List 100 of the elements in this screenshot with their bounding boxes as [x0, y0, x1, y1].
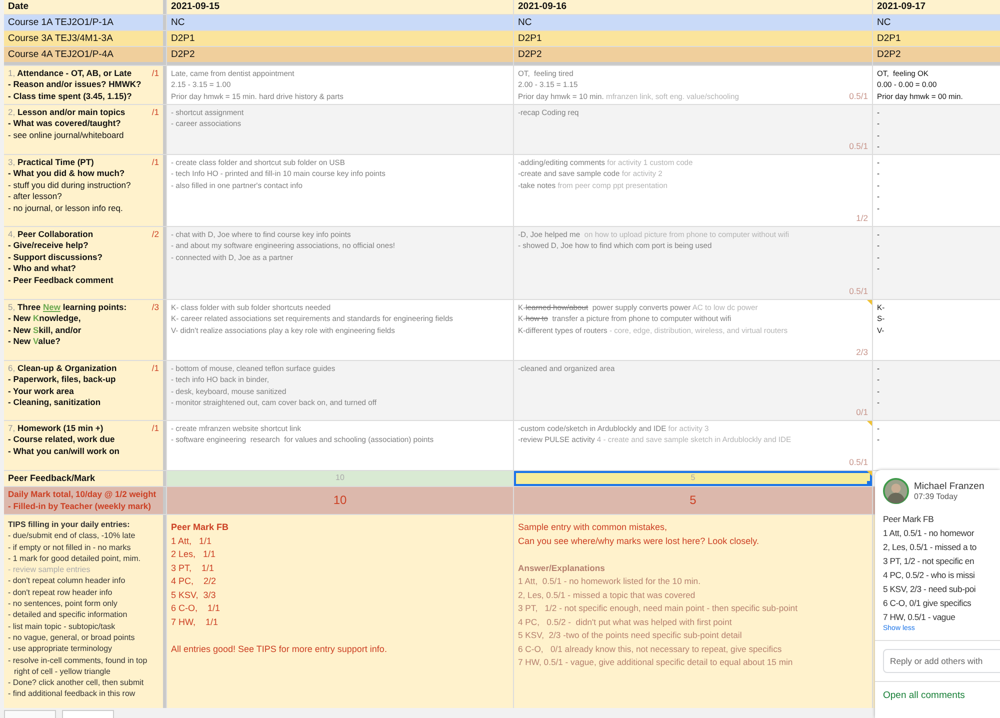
note-line: All entries good! See TIPS for more entry support info. — [171, 642, 388, 656]
prompt-line: - What you did & how much? — [8, 168, 126, 180]
table-cell: Daily Mark total, 10/day @ 1/2 weight - Filled-in by Teacher (weekly mark) — [4, 487, 166, 514]
score-label: 0.5/1 — [849, 286, 868, 297]
note-line: 5 KSV, 3/3 — [171, 588, 217, 602]
prompt-line: - Paperwork, files, back-up — [8, 374, 117, 386]
score-label: 0.5/1 — [849, 456, 868, 468]
table-cell: D2P1 — [873, 31, 1000, 46]
table-cell: Course 4A TEJ2O1/P-4A — [4, 47, 166, 65]
tip-line: - no sentences, point form only — [8, 598, 118, 610]
table-cell: 10 — [167, 487, 513, 514]
score-label: 1/2 — [856, 212, 868, 224]
criterion-title: 3, Practical Time (PT) — [8, 157, 94, 168]
table-cell: D2P2 — [514, 47, 872, 65]
table-cell: NC — [514, 15, 872, 30]
max-mark: /1 — [152, 68, 159, 80]
criterion-title: 4, Peer Collaboration — [8, 229, 94, 240]
max-mark: /3 — [152, 302, 159, 314]
tip-line: - list main topic - subtopic/task — [8, 620, 116, 632]
tip-line: - Done? click another cell, then submit — [8, 677, 145, 688]
tip-line: - resolve in-cell comments, found in top right of cell - yellow triangle — [8, 654, 148, 678]
tip-line: - if empty or not filled in - no marks — [8, 542, 132, 553]
column-header: 2021-09-16 — [514, 0, 872, 14]
prompt-line: - New Skill, and/or — [8, 324, 82, 336]
tip-line: - don't repeat row header info — [8, 586, 114, 598]
tips-title: TIPS filling in your daily entries: — [8, 519, 131, 530]
column-header: 2021-09-15 — [167, 0, 513, 14]
prompt-line: - see online journal/whiteboard — [8, 130, 125, 142]
note-heading: Answer/Explanations — [518, 562, 606, 575]
note-line: Sample entry with common mistakes, — [518, 521, 668, 534]
criterion-title: 1, Attendance - OT, AB, or Late — [8, 68, 132, 80]
tip-line: - review sample entries — [8, 564, 92, 576]
note-line: 2, Les, 0.5/1 - missed a topic that was covered — [518, 588, 696, 602]
note-line: 3 PT, 1/2 - not specific enough, need main point - then specific sub-point — [518, 602, 798, 615]
comment-text: Peer Mark FB 1 Att, 0.5/1 - no homewor 2, Les, 0.5/1 - missed a to 3 PT, 1/2 - not specific en 4 PC, 0.5/2 - who is missi 5 KSV, 2/3 - need sub-poi 6 C-O, 0/1 give specifics 7 HW, 0.5/1 - vague — [883, 513, 978, 624]
prompt-line: - New Knowledge, — [8, 313, 82, 325]
score-label: 0.5/1 — [849, 140, 868, 152]
prompt-line: - Course related, work due — [8, 434, 116, 446]
prompt-line: - Cleaning, sanitization — [8, 397, 102, 409]
sheet-tab[interactable] — [62, 710, 114, 718]
max-mark: /1 — [152, 107, 159, 118]
reply-field[interactable]: Reply or add others with — [883, 649, 1000, 673]
note-line: 2 Les, 1/1 — [171, 548, 217, 561]
prompt-line: - New Value? — [8, 336, 62, 348]
note-line: 1 Att, 1/1 — [171, 534, 213, 548]
max-mark: /1 — [152, 363, 159, 374]
table-cell: Peer Feedback/Mark — [4, 471, 166, 486]
prompt-line: - after lesson? — [8, 191, 63, 203]
note-line: 6 C-O, 0/1 already know this, not necessary to repeat, give specifics — [518, 642, 783, 656]
author-name: Michael Franzen — [914, 481, 984, 492]
max-mark: /1 — [152, 423, 159, 434]
note-line: Can you see where/why marks were lost here? Look closely. — [518, 534, 760, 548]
note-line: 7 HW, 0.5/1 - vague, give additional specific detail to equal about 15 min — [518, 656, 794, 669]
prompt-line: - Your work area — [8, 386, 75, 398]
table-cell: NC — [873, 15, 1000, 30]
table-cell: D2P2 — [873, 47, 1000, 65]
tip-line: - don't repeat column header info — [8, 575, 126, 587]
note-heading: Peer Mark FB — [171, 521, 230, 534]
tip-line: - due/submit end of class, -10% late — [8, 530, 136, 542]
avatar-icon — [883, 478, 909, 504]
prompt-line: - What you can/will work on — [8, 446, 120, 458]
note-line: 4 PC, 0.5/2 - didn't put what was helped with first point — [518, 616, 733, 629]
fill-handle[interactable] — [867, 481, 872, 486]
note-line: 6 C-O, 1/1 — [171, 602, 222, 615]
prompt-line: - Reason and/or issues? HMWK? — [8, 79, 142, 91]
score-label: 0.5/1 — [849, 90, 868, 102]
tip-line: - use appropriate terminology — [8, 643, 114, 655]
criterion-title: 7, Homework (15 min +) — [8, 423, 104, 434]
tip-line: - 1 mark for good detailed point, mim. — [8, 552, 142, 564]
score-label: 2/3 — [856, 346, 868, 358]
criterion-title: 5, Three New learning points: — [8, 302, 127, 314]
table-cell: D2P1 — [514, 31, 872, 46]
prompt-line: - Class time spent (3.45, 1.15)? — [8, 90, 133, 102]
criterion-title: 6, Clean-up & Organization — [8, 363, 117, 374]
table-cell: NC — [167, 15, 513, 30]
table-cell: D2P2 — [167, 47, 513, 65]
note-line: 4 PC, 2/2 — [171, 575, 218, 588]
prompt-line: - stuff you did during instruction? — [8, 180, 132, 192]
table-cell: 5 — [514, 487, 872, 514]
table-cell: D2P1 — [167, 31, 513, 46]
max-mark: /2 — [152, 229, 159, 240]
table-cell: Course 1A TEJ2O1/P-1A — [4, 15, 166, 30]
criterion-title: 2, Lesson and/or main topics — [8, 107, 126, 118]
prompt-line: - Who and what? — [8, 263, 77, 275]
prompt-line: - no journal, or lesson info req. — [8, 202, 124, 214]
tip-line: - detailed and specific information — [8, 609, 128, 621]
note-line: 1 Att, 0.5/1 - no homework listed for the 10 min. — [518, 575, 702, 588]
score-label: 0/1 — [856, 406, 868, 418]
prompt-line: - Support discussions? — [8, 252, 104, 264]
prompt-line: - What was covered/taught? — [8, 118, 122, 130]
comment-time: 07:39 Today — [914, 492, 958, 501]
open-all-comments-link[interactable]: Open all comments — [883, 690, 1000, 701]
prompt-line: - Peer Feedback comment — [8, 274, 114, 286]
sheet-tab[interactable] — [4, 710, 56, 718]
note-line: 5 KSV, 2/3 -two of the points need specific sub-point detail — [518, 629, 743, 642]
max-mark: /1 — [152, 157, 159, 168]
table-cell: Course 3A TEJ3/4M1-3A — [4, 31, 166, 46]
prompt-line: - Give/receive help? — [8, 240, 90, 252]
tip-line: - no vague, general, or broad points — [8, 632, 136, 644]
tip-line: - find additional feedback in this row — [8, 688, 136, 700]
